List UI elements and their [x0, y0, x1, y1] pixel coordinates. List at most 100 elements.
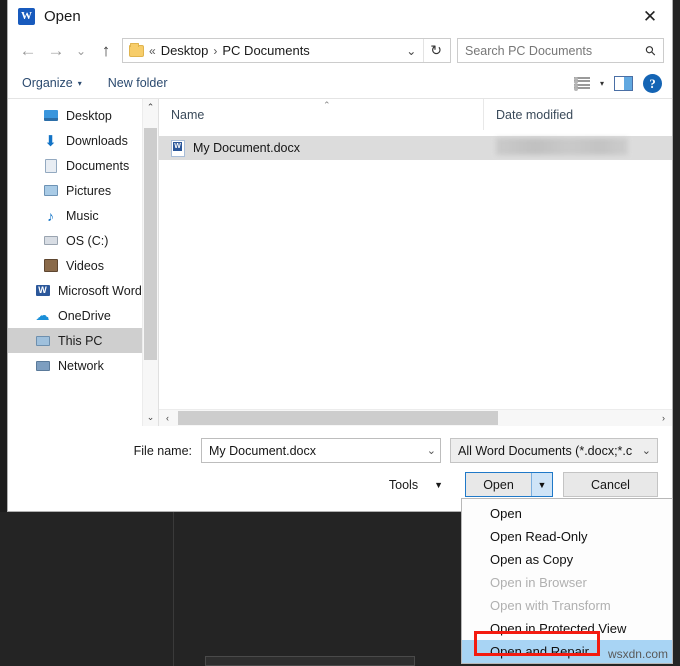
breadcrumb-overflow[interactable]: « [149, 44, 156, 58]
cancel-button[interactable]: Cancel [563, 472, 658, 497]
close-icon[interactable]: ✕ [628, 0, 672, 33]
up-button[interactable]: ↑ [92, 38, 120, 64]
search-input[interactable]: Search PC Documents ⚲ [457, 38, 664, 63]
open-button[interactable]: Open ▼ [465, 472, 553, 497]
breadcrumb-separator: › [213, 44, 217, 58]
menu-item-open[interactable]: Open [462, 502, 672, 525]
sidebar-item-documents[interactable]: Documents ⇲ [8, 153, 158, 178]
watermark: wsxdn.com [608, 647, 668, 661]
column-header-name[interactable]: Name [159, 99, 483, 130]
file-list[interactable]: My Document.docx [159, 130, 672, 409]
sidebar-item-label: Videos [66, 259, 104, 273]
command-bar: Organize ▾ New folder ▾ ? [8, 68, 672, 98]
downloads-icon: ⬇ [42, 132, 59, 150]
file-type-dropdown[interactable]: All Word Documents (*.docx;*.c ⌄ [450, 438, 658, 463]
file-list-pane: Name Date modified ⌃ My Document.docx ‹ … [158, 99, 672, 426]
music-icon: ♪ [42, 208, 59, 224]
organize-button[interactable]: Organize ▾ [22, 76, 82, 90]
file-name-label: File name: [134, 444, 192, 458]
word-icon: W [18, 8, 35, 25]
command-bar-right: ▾ ? [574, 74, 662, 93]
sidebar-item-pictures[interactable]: Pictures ⇲ [8, 178, 158, 203]
sort-ascending-icon: ⌃ [323, 100, 331, 111]
view-options-icon[interactable] [574, 77, 590, 90]
sidebar-item-label: Desktop [66, 109, 112, 123]
recent-locations-button[interactable]: ⌄ [70, 38, 92, 64]
scroll-left-icon[interactable]: ‹ [159, 413, 176, 423]
sidebar-item-desktop[interactable]: Desktop ⇲ [8, 103, 158, 128]
refresh-icon[interactable]: ↻ [423, 39, 448, 62]
scrollbar-thumb[interactable] [178, 411, 498, 425]
sidebar-item-network[interactable]: Network [8, 353, 158, 378]
address-bar[interactable]: « Desktop › PC Documents ⌄ ↻ [122, 38, 451, 63]
sidebar-item-this-pc[interactable]: This PC [8, 328, 158, 353]
sidebar-item-microsoft-word[interactable]: W Microsoft Word [8, 278, 158, 303]
forward-button[interactable]: → [42, 38, 70, 64]
file-name-row: File name: My Document.docx ⌄ All Word D… [8, 438, 658, 463]
sidebar-item-label: Network [58, 359, 104, 373]
file-name-input[interactable]: My Document.docx ⌄ [201, 438, 441, 463]
word-doc-icon [171, 140, 185, 157]
sidebar-item-label: Microsoft Word [58, 284, 142, 298]
column-header-date-modified[interactable]: Date modified [483, 99, 672, 130]
chevron-down-icon[interactable]: ⌄ [427, 444, 436, 457]
sidebar-item-music[interactable]: ♪ Music [8, 203, 158, 228]
sidebar-item-onedrive[interactable]: ☁ OneDrive [8, 303, 158, 328]
sidebar-item-label: OneDrive [58, 309, 111, 323]
open-options-menu: Open Open Read-Only Open as Copy Open in… [461, 498, 673, 664]
search-icon[interactable]: ⚲ [642, 41, 660, 59]
scrollbar-thumb[interactable] [144, 128, 157, 360]
dialog-body: Desktop ⇲ ⬇ Downloads ⇲ Documents ⇲ Pict… [8, 98, 672, 426]
sidebar-item-downloads[interactable]: ⬇ Downloads ⇲ [8, 128, 158, 153]
navigation-bar: ← → ⌄ ↑ « Desktop › PC Documents ⌄ ↻ Sea… [8, 33, 672, 68]
organize-label: Organize [22, 76, 73, 90]
menu-item-open-in-protected-view[interactable]: Open in Protected View [462, 617, 672, 640]
menu-item-open-with-transform: Open with Transform [462, 594, 672, 617]
open-dropdown-toggle[interactable]: ▼ [531, 473, 552, 496]
scroll-down-icon[interactable]: ⌄ [147, 409, 155, 426]
videos-icon [42, 259, 59, 272]
file-name-value: My Document.docx [209, 444, 316, 458]
folder-icon [129, 45, 144, 57]
dialog-title: Open [44, 8, 81, 25]
column-header-row: Name Date modified ⌃ [159, 99, 672, 130]
breadcrumb-item-pc-documents[interactable]: PC Documents [222, 43, 309, 58]
pictures-icon [42, 185, 59, 196]
file-name-cell: My Document.docx [193, 141, 300, 155]
scrollbar-track[interactable] [176, 410, 655, 426]
open-button-label: Open [466, 478, 531, 492]
tools-button[interactable]: Tools ▼ [389, 478, 443, 492]
sidebar-item-label: Documents [66, 159, 129, 173]
sidebar-item-label: OS (C:) [66, 234, 108, 248]
back-button[interactable]: ← [14, 38, 42, 64]
preview-pane-icon[interactable] [614, 76, 633, 91]
sidebar-item-label: Downloads [66, 134, 128, 148]
chevron-down-icon[interactable]: ⌄ [639, 444, 651, 457]
scrollbar-track[interactable] [143, 116, 158, 409]
chevron-down-icon[interactable]: ⌄ [399, 44, 423, 58]
menu-item-open-read-only[interactable]: Open Read-Only [462, 525, 672, 548]
file-type-value: All Word Documents (*.docx;*.c [458, 444, 632, 458]
sidebar-item-os-c[interactable]: OS (C:) [8, 228, 158, 253]
menu-item-open-as-copy[interactable]: Open as Copy [462, 548, 672, 571]
tools-label: Tools [389, 478, 418, 492]
this-pc-icon [34, 336, 51, 346]
date-modified-cell-blurred [496, 138, 628, 155]
sidebar-item-videos[interactable]: Videos [8, 253, 158, 278]
documents-icon [42, 159, 59, 173]
action-button-row: Tools ▼ Open ▼ Cancel [8, 472, 658, 497]
navigation-pane: Desktop ⇲ ⬇ Downloads ⇲ Documents ⇲ Pict… [8, 99, 158, 426]
scroll-up-icon[interactable]: ⌃ [147, 99, 155, 116]
scroll-right-icon[interactable]: › [655, 413, 672, 423]
file-list-horizontal-scrollbar[interactable]: ‹ › [159, 409, 672, 426]
sidebar-scrollbar[interactable]: ⌃ ⌄ [142, 99, 158, 426]
backdrop-document-strip [205, 656, 415, 666]
chevron-down-icon: ▼ [434, 480, 443, 490]
chevron-down-icon[interactable]: ▾ [600, 79, 604, 88]
open-file-dialog: W Open ✕ ← → ⌄ ↑ « Desktop › PC Document… [7, 0, 673, 512]
new-folder-button[interactable]: New folder [108, 76, 168, 90]
onedrive-icon: ☁ [34, 307, 51, 324]
menu-item-open-in-browser: Open in Browser [462, 571, 672, 594]
help-icon[interactable]: ? [643, 74, 662, 93]
breadcrumb-item-desktop[interactable]: Desktop [161, 43, 209, 58]
